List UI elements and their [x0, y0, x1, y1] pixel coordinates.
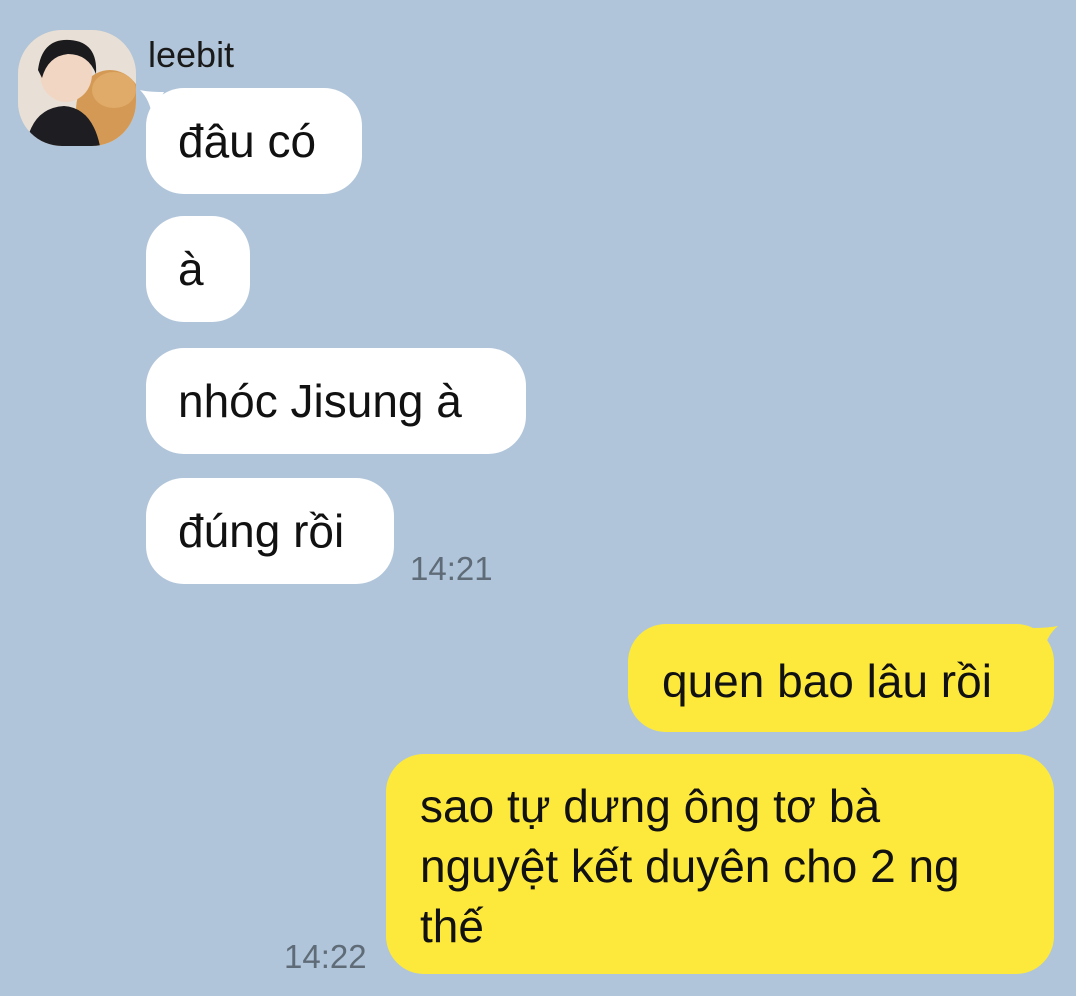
- avatar-image: [18, 30, 136, 146]
- sender-name: leebit: [148, 34, 235, 75]
- message-text: à: [178, 243, 204, 295]
- message-text: đâu có: [178, 115, 317, 167]
- message-line: thế: [420, 900, 484, 952]
- message-text: quen bao lâu rồi: [662, 655, 992, 707]
- outgoing-message[interactable]: quen bao lâu rồi: [628, 624, 1054, 732]
- message-line: sao tự dưng ông tơ bà: [420, 780, 881, 832]
- message-timestamp: 14:21: [410, 550, 493, 587]
- incoming-message[interactable]: à: [146, 216, 250, 322]
- contact-avatar[interactable]: [18, 30, 136, 146]
- message-line: nguyệt kết duyên cho 2 ng: [420, 840, 960, 892]
- incoming-message[interactable]: đúng rồi: [146, 478, 394, 584]
- outgoing-message[interactable]: sao tự dưng ông tơ bà nguyệt kết duyên c…: [386, 754, 1054, 974]
- incoming-message[interactable]: nhóc Jisung à: [146, 348, 526, 454]
- incoming-message[interactable]: đâu có: [146, 88, 362, 194]
- message-text: đúng rồi: [178, 505, 345, 557]
- message-timestamp: 14:22: [284, 938, 367, 975]
- message-text: nhóc Jisung à: [178, 375, 462, 427]
